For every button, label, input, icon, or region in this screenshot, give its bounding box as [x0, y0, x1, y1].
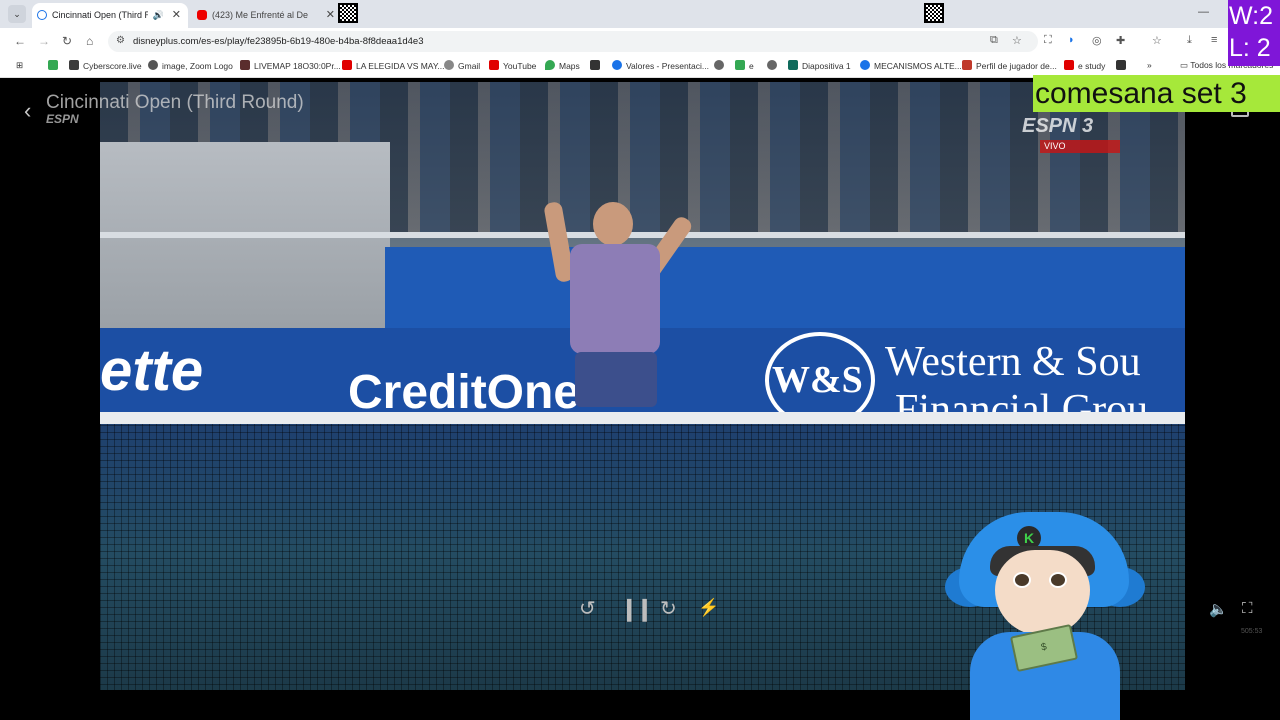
bookmark-favicon-icon — [1116, 60, 1126, 70]
bookmark-favicon-icon — [590, 60, 600, 70]
bookmark-item[interactable]: Gmail — [444, 60, 480, 71]
bookmark-favicon-icon — [735, 60, 745, 70]
tab-title: (423) Me Enfrenté al Detector de — [212, 10, 308, 20]
bookmark-favicon-icon — [69, 60, 79, 70]
rewind-icon[interactable]: ↺ — [579, 596, 596, 621]
bookmark-item[interactable] — [767, 60, 781, 71]
bookmarks-overflow-button[interactable]: » — [1147, 60, 1152, 70]
bookmark-item[interactable]: Perfil de jugador de... — [962, 60, 1057, 71]
bookmark-item[interactable]: Cyberscore.live — [69, 60, 142, 71]
bookmark-item[interactable] — [1116, 60, 1130, 71]
bookmark-favicon-icon — [489, 60, 499, 70]
bookmark-item[interactable] — [48, 60, 62, 71]
tab-search-chevron-icon[interactable]: ⌄ — [8, 5, 26, 23]
channel-bug: ESPN 3 — [1022, 115, 1094, 137]
menu-icon[interactable]: ≡ — [1211, 34, 1217, 46]
cast-icon[interactable]: ⧉ — [990, 34, 998, 47]
tab-cincinnati-open[interactable]: Cincinnati Open (Third Round) 🔊 ✕ — [32, 3, 188, 28]
youtube-icon — [197, 10, 207, 20]
tab-close-icon[interactable]: ✕ — [172, 3, 181, 27]
puzzle-icon[interactable]: ✚ — [1116, 34, 1125, 47]
ws-logo-text: W&S — [772, 359, 863, 401]
wins-count: W:2 — [1229, 2, 1273, 30]
sponsor-ad: Western & Sou — [885, 339, 1141, 385]
bolt-icon[interactable]: ⚡ — [698, 598, 719, 618]
tab-title: Cincinnati Open (Third Round) — [52, 10, 148, 20]
stream-label: comesana set 3 — [1033, 75, 1280, 112]
bookmark-favicon-icon — [1064, 60, 1074, 70]
bookmark-item[interactable]: LIVEMAP 18O30:0Pr... — [240, 60, 341, 71]
browser-tab-bar: ⌄ Cincinnati Open (Third Round) 🔊 ✕ (423… — [0, 0, 1280, 28]
forward-icon[interactable]: ↻ — [660, 596, 677, 621]
bookmark-item[interactable]: LA ELEGIDA VS MAY... — [342, 60, 445, 71]
bookmark-favicon-icon — [714, 60, 724, 70]
bookmark-item[interactable]: Diapositiva 1 — [788, 60, 851, 71]
reload-icon[interactable]: ↻ — [62, 34, 72, 48]
tab-close-icon[interactable]: ✕ — [326, 3, 335, 27]
qr-code-icon — [338, 3, 358, 23]
avatar-face — [995, 550, 1090, 635]
bookmark-favicon-icon — [767, 60, 777, 70]
network-logo: ESPN — [46, 112, 79, 126]
timecode: 505:53 — [1241, 628, 1263, 635]
audio-wave-icon[interactable]: ◗ — [1068, 34, 1075, 46]
extension-icon[interactable]: ◎ — [1092, 34, 1102, 47]
folder-icon: ▭ — [1180, 60, 1191, 70]
bookmark-favicon-icon — [48, 60, 58, 70]
streamer-avatar: K $ — [945, 512, 1145, 720]
bookmark-favicon-icon — [444, 60, 454, 70]
volume-icon[interactable]: 🔈 — [1209, 600, 1228, 618]
losses-count: L: 2 — [1229, 34, 1271, 62]
bookmark-favicon-icon — [342, 60, 352, 70]
bookmark-item[interactable]: YouTube — [489, 60, 536, 71]
bookmark-item[interactable]: image, Zoom Logo — [148, 60, 233, 71]
back-arrow-icon[interactable]: ← — [14, 34, 26, 48]
live-badge: VIVO — [1040, 140, 1120, 153]
bookmark-favicon-icon — [148, 60, 158, 70]
win-loss-counter: W:2 L: 2 — [1228, 0, 1280, 66]
bookmark-favicon-icon — [545, 60, 555, 70]
forward-arrow-icon[interactable]: → — [38, 34, 50, 48]
apps-grid-icon[interactable]: ⊞ — [16, 60, 23, 71]
disney-icon — [37, 10, 47, 20]
tab-audio-icon[interactable]: 🔊 — [153, 3, 164, 27]
court-wall — [385, 247, 1185, 337]
reading-list-icon[interactable]: ☆ — [1152, 34, 1162, 47]
fullscreen-icon[interactable]: ⛶ — [1242, 600, 1253, 617]
download-icon[interactable]: ⤓ — [1187, 34, 1192, 47]
bookmark-favicon-icon — [962, 60, 972, 70]
tab-youtube-video[interactable]: (423) Me Enfrenté al Detector de ✕ — [192, 3, 342, 28]
home-icon[interactable]: ⌂ — [86, 34, 93, 48]
address-bar[interactable]: ⚙ disneyplus.com/es-es/play/fe23895b-6b1… — [108, 31, 1038, 52]
pause-icon[interactable]: ❙❙ — [620, 596, 654, 622]
sponsor-ad: ette — [100, 338, 204, 403]
net-tape — [100, 412, 1185, 424]
bookmark-item[interactable]: MECANISMOS ALTE... — [860, 60, 962, 71]
url-text: disneyplus.com/es-es/play/fe23895b-6b19-… — [133, 36, 424, 47]
site-info-icon[interactable]: ⚙ — [116, 35, 125, 46]
screenshot-icon[interactable]: ⛶ — [1044, 34, 1052, 47]
minimize-window-icon[interactable]: — — [1198, 6, 1209, 18]
qr-code-icon — [924, 3, 944, 23]
bookmark-item[interactable]: e study — [1064, 60, 1105, 71]
bookmark-favicon-icon — [612, 60, 622, 70]
bookmark-favicon-icon — [788, 60, 798, 70]
browser-toolbar: ← → ↻ ⌂ ⚙ disneyplus.com/es-es/play/fe23… — [0, 28, 1280, 55]
bookmark-favicon-icon — [240, 60, 250, 70]
bookmark-item[interactable] — [714, 60, 728, 71]
video-title: Cincinnati Open (Third Round) — [46, 92, 304, 113]
bookmark-star-icon[interactable]: ☆ — [1012, 34, 1022, 47]
bookmark-item[interactable]: e — [735, 60, 754, 71]
back-chevron-icon[interactable]: ‹ — [24, 98, 31, 124]
bookmark-item[interactable]: Maps — [545, 60, 580, 71]
bookmark-favicon-icon — [860, 60, 870, 70]
bookmark-item[interactable] — [590, 60, 604, 71]
bookmark-item[interactable]: Valores - Presentaci... — [612, 60, 709, 71]
